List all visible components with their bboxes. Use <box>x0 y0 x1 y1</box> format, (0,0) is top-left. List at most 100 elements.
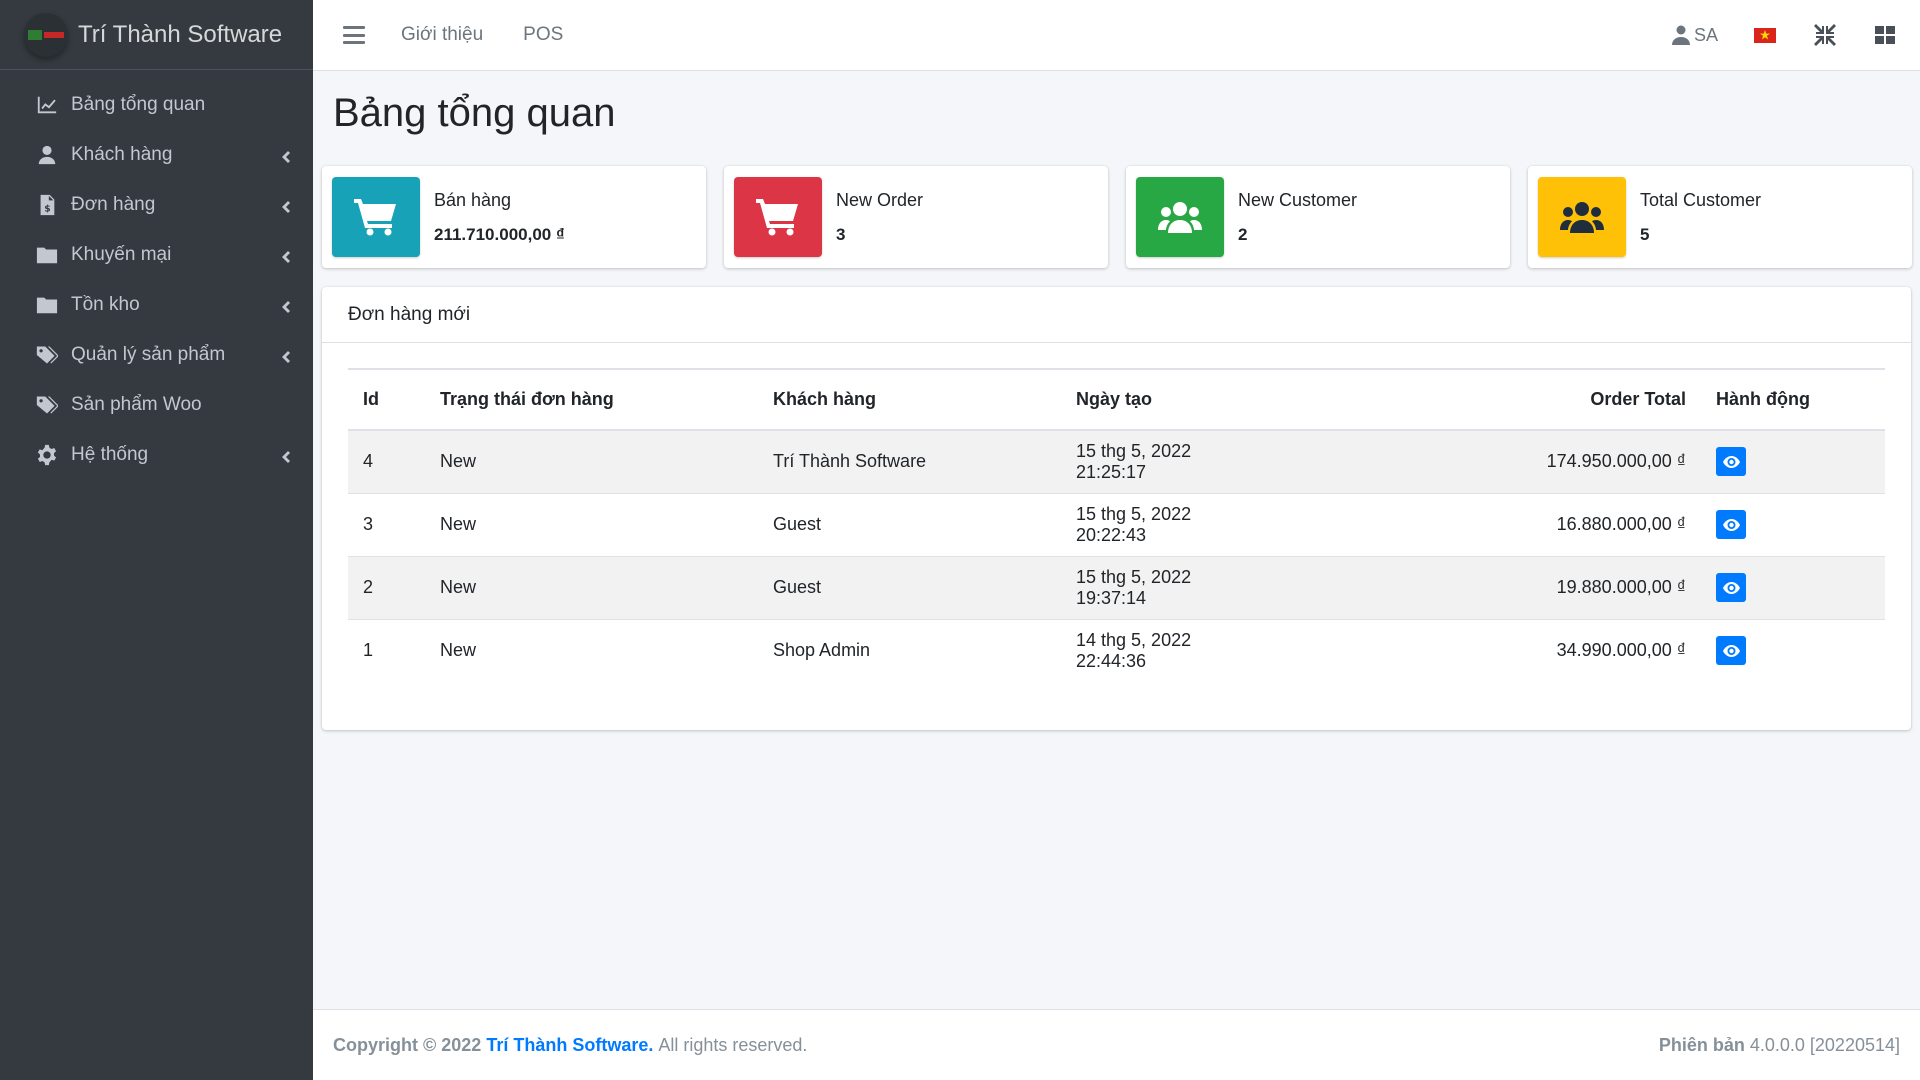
order-date: 15 thg 5, 2022 21:25:17 <box>1061 429 1281 493</box>
order-total: 34.990.000,00 ₫ <box>1281 618 1701 682</box>
menu-toggle-icon[interactable] <box>343 26 365 44</box>
gear-icon <box>34 442 60 468</box>
sidebar-item-label: Đơn hàng <box>71 194 156 215</box>
chevron-left-icon <box>279 298 293 313</box>
order-customer: Trí Thành Software <box>758 429 1061 493</box>
sidebar: Trí Thành Software Bảng tổng quan Khách … <box>0 0 313 1080</box>
new-orders-card: Đơn hàng mới Id Trạng thái đơn hàng Khác… <box>322 287 1911 730</box>
stat-box-new-order: New Order 3 <box>724 166 1108 268</box>
language-flag-icon[interactable] <box>1754 27 1776 43</box>
nav-link-about[interactable]: Giới thiệu <box>401 24 483 46</box>
svg-text:$: $ <box>44 203 50 214</box>
stat-box-sales: Bán hàng 211.710.000,00 ₫ <box>322 166 706 268</box>
column-header-status: Trạng thái đơn hàng <box>425 368 758 431</box>
order-id: 1 <box>348 618 425 682</box>
view-order-button[interactable] <box>1716 573 1746 602</box>
sidebar-item-label: Khuyến mại <box>71 244 172 265</box>
users-icon <box>1136 177 1224 257</box>
nav-link-pos[interactable]: POS <box>523 24 563 46</box>
chevron-left-icon <box>279 148 293 163</box>
footer: Copyright © 2022 Trí Thành Software. All… <box>313 1009 1920 1080</box>
user-name: SA <box>1693 24 1718 45</box>
order-date: 15 thg 5, 2022 20:22:43 <box>1061 492 1281 556</box>
tags-icon <box>34 342 60 368</box>
order-id: 2 <box>348 555 425 619</box>
column-header-id: Id <box>348 368 425 431</box>
stat-label: Total Customer <box>1640 189 1762 210</box>
table-row: 2 New Guest 15 thg 5, 2022 19:37:14 19.8… <box>348 555 1885 619</box>
sidebar-item-orders[interactable]: $ Đơn hàng <box>0 180 313 230</box>
sidebar-item-promotions[interactable]: Khuyến mại <box>0 230 313 280</box>
order-status: New <box>425 492 758 556</box>
order-customer: Shop Admin <box>758 618 1061 682</box>
table-header-row: Id Trạng thái đơn hàng Khách hàng Ngày t… <box>348 368 1885 431</box>
card-title: Đơn hàng mới <box>322 287 1911 343</box>
sidebar-item-dashboard[interactable]: Bảng tổng quan <box>0 80 313 130</box>
navbar-right: SA <box>1671 24 1896 46</box>
order-total: 174.950.000,00 ₫ <box>1281 429 1701 493</box>
orders-table: Id Trạng thái đơn hàng Khách hàng Ngày t… <box>348 368 1885 682</box>
brand-link[interactable]: Trí Thành Software <box>0 0 313 70</box>
view-order-button[interactable] <box>1716 636 1746 666</box>
sidebar-item-label: Bảng tổng quan <box>71 94 206 115</box>
sidebar-item-products[interactable]: Quản lý sản phẩm <box>0 330 313 380</box>
column-header-actions: Hành động <box>1701 368 1885 431</box>
tags-icon <box>34 392 60 418</box>
eye-icon <box>1722 644 1740 657</box>
main-content: Bảng tổng quan Bán hàng 211.710.000,00 ₫… <box>313 71 1920 1009</box>
order-id: 4 <box>348 429 425 493</box>
sidebar-item-label: Tồn kho <box>71 294 140 315</box>
column-header-customer: Khách hàng <box>758 368 1061 431</box>
stat-box-new-customer: New Customer 2 <box>1126 166 1510 268</box>
sidebar-item-system[interactable]: Hệ thống <box>0 430 313 480</box>
rights-text: All rights reserved. <box>658 1034 808 1055</box>
stat-label: New Customer <box>1238 189 1358 210</box>
stat-label: Bán hàng <box>434 189 512 210</box>
view-order-button[interactable] <box>1716 447 1746 477</box>
order-date: 14 thg 5, 2022 22:44:36 <box>1061 618 1281 682</box>
folder-icon <box>34 292 60 318</box>
brand-name: Trí Thành Software <box>78 20 283 48</box>
chevron-left-icon <box>279 348 293 363</box>
sidebar-item-label: Khách hàng <box>71 144 173 165</box>
table-row: 1 New Shop Admin 14 thg 5, 2022 22:44:36… <box>348 618 1885 682</box>
stat-label: New Order <box>836 189 924 210</box>
sidebar-item-label: Hệ thống <box>71 444 149 465</box>
eye-icon <box>1722 518 1740 531</box>
top-navbar: Giới thiệu POS SA <box>313 0 1920 71</box>
brand-logo <box>24 12 68 57</box>
table-row: 4 New Trí Thành Software 15 thg 5, 2022 … <box>348 429 1885 493</box>
stat-value: 5 <box>1640 224 1650 244</box>
sidebar-item-label: Sản phẩm Woo <box>71 394 202 415</box>
stat-value: 3 <box>836 224 846 244</box>
company-link[interactable]: Trí Thành Software. <box>486 1035 653 1056</box>
sidebar-item-woo-products[interactable]: Sản phẩm Woo <box>0 380 313 430</box>
sidebar-item-customers[interactable]: Khách hàng <box>0 130 313 180</box>
sidebar-nav: Bảng tổng quan Khách hàng $ Đơn hàng Khu… <box>0 70 313 480</box>
order-status: New <box>425 555 758 619</box>
invoice-icon: $ <box>34 192 60 218</box>
order-status: New <box>425 618 758 682</box>
compress-icon[interactable] <box>1814 24 1836 46</box>
version-number: 4.0.0.0 [20220514] <box>1749 1034 1900 1055</box>
chevron-left-icon <box>279 198 293 213</box>
user-menu[interactable]: SA <box>1671 24 1718 46</box>
user-icon <box>34 142 60 168</box>
stat-box-total-customer: Total Customer 5 <box>1528 166 1912 268</box>
table-row: 3 New Guest 15 thg 5, 2022 20:22:43 16.8… <box>348 492 1885 556</box>
sidebar-item-inventory[interactable]: Tồn kho <box>0 280 313 330</box>
stat-value: 211.710.000,00 ₫ <box>434 224 565 244</box>
stat-value: 2 <box>1238 224 1248 244</box>
version-info: Phiên bản 4.0.0.0 [20220514] <box>1659 1035 1900 1056</box>
view-order-button[interactable] <box>1716 510 1746 539</box>
order-status: New <box>425 429 758 493</box>
users-icon <box>1538 177 1626 257</box>
eye-icon <box>1722 581 1740 594</box>
copyright-text: Copyright © 2022 <box>333 1034 482 1055</box>
chevron-left-icon <box>279 448 293 463</box>
sidebar-item-label: Quản lý sản phẩm <box>71 344 226 365</box>
cart-icon <box>332 177 420 257</box>
order-date: 15 thg 5, 2022 19:37:14 <box>1061 555 1281 619</box>
grid-apps-icon[interactable] <box>1874 24 1896 46</box>
eye-icon <box>1722 455 1740 468</box>
